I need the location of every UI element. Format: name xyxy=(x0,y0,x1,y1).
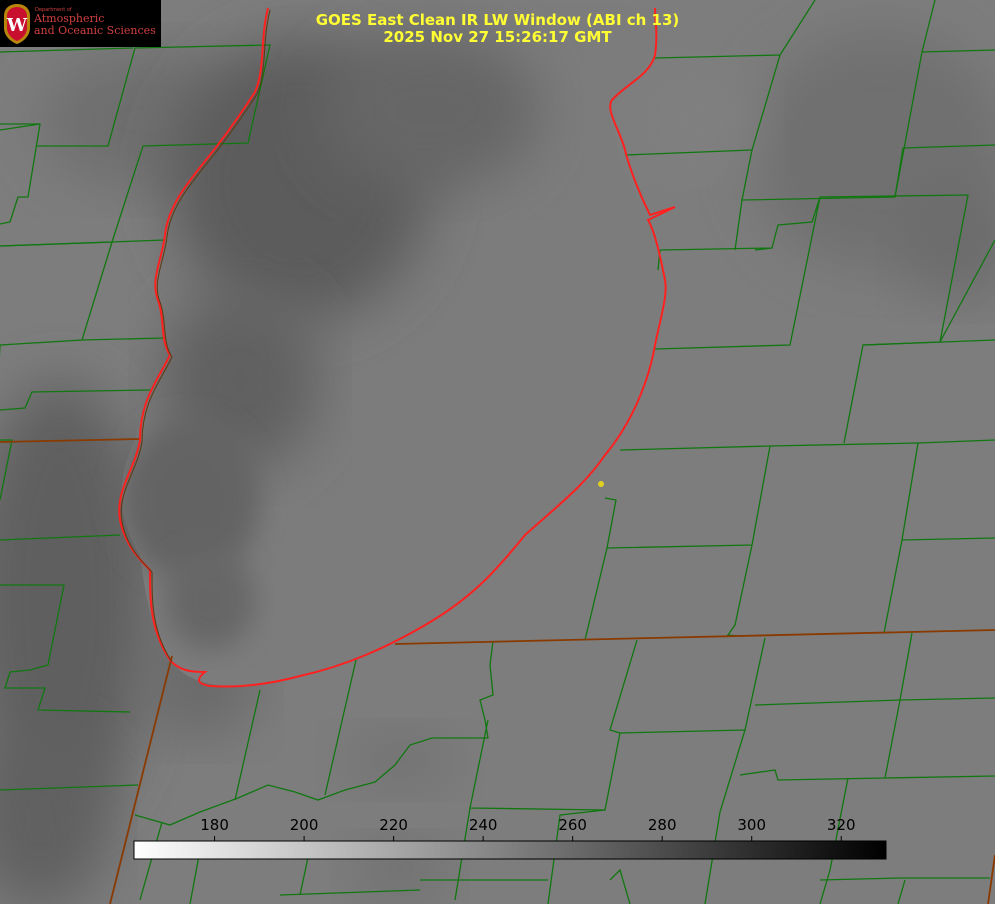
image-title: GOES East Clean IR LW Window (ABI ch 13)… xyxy=(0,12,995,46)
location-marker xyxy=(598,481,604,487)
satellite-map xyxy=(0,0,995,904)
satellite-image-viewer: W Department of Atmospheric and Oceanic … xyxy=(0,0,995,904)
title-product: GOES East Clean IR LW Window (ABI ch 13) xyxy=(315,11,680,29)
title-timestamp: 2025 Nov 27 15:26:17 GMT xyxy=(383,28,612,46)
